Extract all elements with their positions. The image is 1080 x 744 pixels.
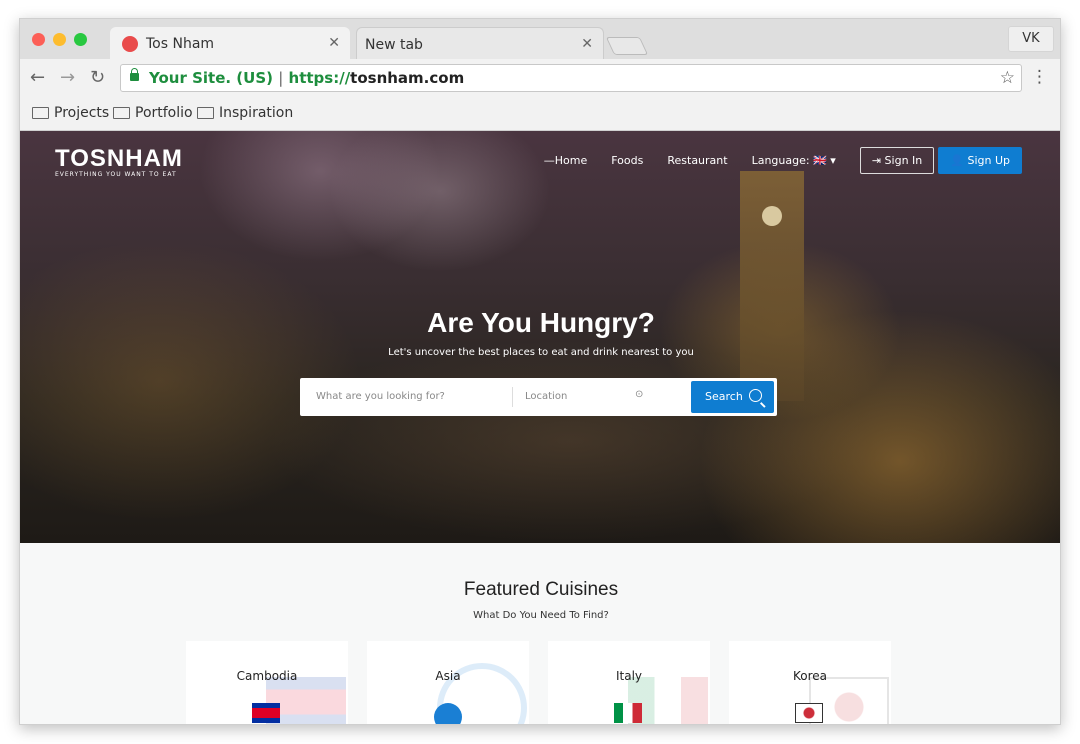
bookmark-label: Projects bbox=[54, 105, 110, 121]
cuisine-name: Korea bbox=[792, 669, 828, 683]
hero-title: Are You Hungry? bbox=[427, 307, 655, 338]
bookmark-label: Inspiration bbox=[219, 105, 294, 121]
cambodia-flag-icon bbox=[252, 703, 280, 723]
section-title: Featured Cuisines bbox=[463, 579, 619, 600]
language-label: Language: bbox=[751, 154, 810, 167]
separator: | bbox=[278, 69, 284, 87]
sign-up-button[interactable]: 👤 Sign Up bbox=[938, 147, 1022, 174]
cuisine-card-korea[interactable]: Korea bbox=[729, 641, 891, 724]
reload-icon[interactable]: ↻ bbox=[90, 67, 105, 88]
close-tab-icon[interactable]: ✕ bbox=[581, 36, 593, 52]
cuisine-name: Italy bbox=[615, 669, 643, 683]
tab-title: Tos Nham bbox=[146, 36, 215, 52]
sign-up-label: Sign Up bbox=[967, 154, 1010, 167]
clock-image bbox=[762, 206, 782, 226]
folder-icon bbox=[32, 107, 49, 119]
bookmark-portfolio[interactable]: Portfolio bbox=[113, 105, 193, 121]
featured-cuisines-section: Featured Cuisines What Do You Need To Fi… bbox=[20, 543, 1060, 724]
site-identity: Your Site. (US) bbox=[149, 69, 273, 87]
search-icon bbox=[749, 389, 762, 402]
language-dropdown[interactable]: Language: 🇬🇧 ▾ bbox=[752, 154, 836, 167]
minimize-window-button[interactable] bbox=[53, 33, 66, 46]
cuisine-card-asia[interactable]: Asia bbox=[367, 641, 529, 724]
logo-tagline: EVERYTHING YOU WANT TO EAT bbox=[55, 171, 177, 178]
sign-in-button[interactable]: ⇥ Sign In bbox=[859, 147, 935, 174]
browser-window: Tos Nham ✕ New tab ✕ VK ← → ↻ Your Site.… bbox=[19, 18, 1061, 725]
caret-down-icon: ▾ bbox=[830, 154, 836, 167]
logo-text: TOSNHAM bbox=[55, 145, 183, 172]
site-logo[interactable]: TOSNHAM EVERYTHING YOU WANT TO EAT bbox=[55, 145, 183, 178]
maximize-window-button[interactable] bbox=[74, 33, 87, 46]
search-label: Search bbox=[705, 390, 743, 403]
tab-bar: Tos Nham ✕ New tab ✕ VK bbox=[20, 19, 1060, 59]
lock-icon bbox=[130, 68, 139, 81]
bookmarks-bar: Projects Portfolio Inspiration bbox=[20, 97, 1060, 131]
back-icon[interactable]: ← bbox=[30, 67, 45, 88]
bookmark-star-icon[interactable]: ☆ bbox=[1000, 65, 1015, 91]
globe-icon bbox=[434, 703, 462, 724]
locate-icon[interactable]: ⊙ bbox=[635, 389, 643, 400]
korea-flag-icon bbox=[795, 703, 823, 723]
main-nav: —Home Foods Restaurant Language: 🇬🇧 ▾ ⇥ … bbox=[544, 147, 1022, 174]
folder-icon bbox=[197, 107, 214, 119]
location-input[interactable]: Location bbox=[525, 391, 567, 402]
divider bbox=[512, 387, 513, 407]
search-button[interactable]: Search bbox=[691, 381, 774, 413]
sign-in-label: Sign In bbox=[884, 154, 923, 167]
section-subtitle: What Do You Need To Find? bbox=[473, 610, 609, 621]
search-input[interactable]: What are you looking for? bbox=[316, 391, 445, 402]
user-plus-icon: 👤 bbox=[950, 154, 964, 167]
nav-home[interactable]: —Home bbox=[544, 154, 587, 167]
hero-section: TOSNHAM EVERYTHING YOU WANT TO EAT —Home… bbox=[20, 131, 1060, 543]
cuisine-name: Cambodia bbox=[236, 669, 298, 683]
bookmark-inspiration[interactable]: Inspiration bbox=[197, 105, 293, 121]
folder-icon bbox=[113, 107, 130, 119]
url-protocol: https:// bbox=[288, 69, 351, 87]
tab-tos-nham[interactable]: Tos Nham ✕ bbox=[110, 27, 350, 59]
toolbar: ← → ↻ Your Site. (US) | https://tosnham.… bbox=[20, 59, 1060, 97]
search-form: What are you looking for? Location ⊙ Sea… bbox=[300, 378, 777, 416]
italy-flag-icon bbox=[614, 703, 642, 723]
forward-icon[interactable]: → bbox=[60, 67, 75, 88]
bookmark-label: Portfolio bbox=[135, 105, 193, 121]
sign-in-icon: ⇥ bbox=[871, 154, 882, 167]
cuisine-card-italy[interactable]: Italy bbox=[548, 641, 710, 724]
uk-flag-icon: 🇬🇧 bbox=[813, 154, 827, 167]
more-menu-icon[interactable]: ⋮ bbox=[1031, 67, 1048, 87]
hero-subtitle: Let's uncover the best places to eat and… bbox=[388, 347, 694, 358]
close-tab-icon[interactable]: ✕ bbox=[328, 35, 340, 51]
bookmark-projects[interactable]: Projects bbox=[32, 105, 109, 121]
close-window-button[interactable] bbox=[32, 33, 45, 46]
favicon-icon bbox=[122, 36, 138, 52]
url-domain: tosnham.com bbox=[350, 69, 465, 87]
address-bar[interactable]: Your Site. (US) | https://tosnham.com ☆ bbox=[120, 64, 1022, 92]
profile-button[interactable]: VK bbox=[1008, 26, 1054, 52]
cuisine-card-cambodia[interactable]: Cambodia bbox=[186, 641, 348, 724]
cuisine-name: Asia bbox=[435, 669, 461, 683]
nav-foods[interactable]: Foods bbox=[611, 154, 643, 167]
tab-title: New tab bbox=[365, 37, 423, 53]
tab-new-tab[interactable]: New tab ✕ bbox=[356, 27, 604, 59]
nav-restaurant[interactable]: Restaurant bbox=[667, 154, 727, 167]
new-tab-button[interactable] bbox=[605, 37, 649, 55]
